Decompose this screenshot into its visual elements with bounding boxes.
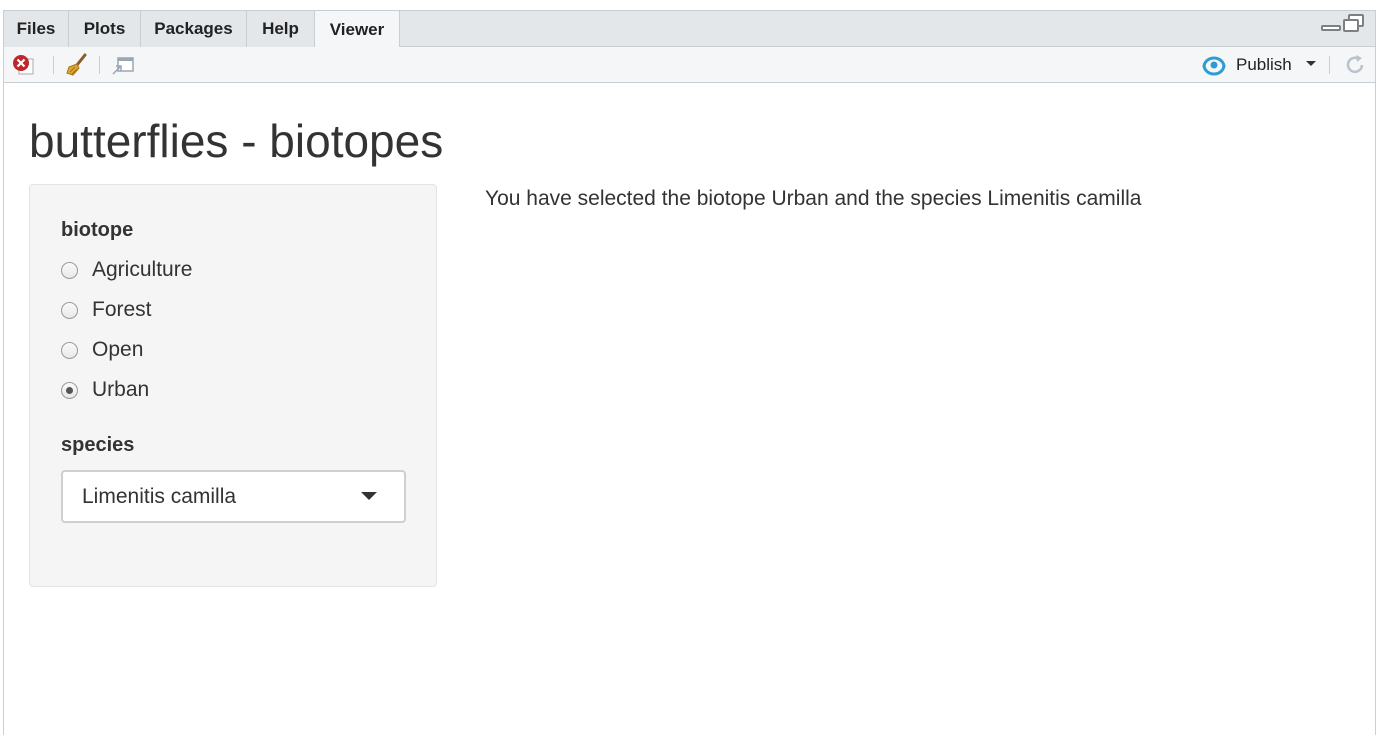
tab-label: Files <box>16 19 56 38</box>
radio-agriculture[interactable]: Agriculture <box>61 258 192 282</box>
radio-button-selected[interactable] <box>61 381 78 399</box>
tab-packages[interactable]: Packages <box>141 11 247 47</box>
page-title: butterflies - biotopes <box>29 115 444 167</box>
maximize-pane-icon[interactable] <box>1343 14 1365 32</box>
toolbar-separator <box>1329 56 1330 74</box>
radio-label: Urban <box>92 378 150 401</box>
sidebar-panel: biotope Agriculture Forest Open Urban sp… <box>29 184 437 587</box>
toolbar-separator <box>53 56 54 74</box>
toolbar-separator <box>99 56 100 74</box>
tab-viewer[interactable]: Viewer <box>315 11 400 48</box>
publish-label: Publish <box>1236 55 1292 74</box>
radio-label: Open <box>92 338 144 361</box>
radio-button[interactable] <box>61 301 78 319</box>
species-label: species <box>61 434 135 456</box>
tab-label: Plots <box>83 19 126 38</box>
publish-dropdown-icon[interactable] <box>1306 61 1316 66</box>
radio-label: Agriculture <box>92 258 193 281</box>
close-icon[interactable] <box>11 53 35 77</box>
publish-button[interactable]: Publish <box>1200 53 1292 77</box>
viewer-pane: Files Plots Packages Help Viewer Publish… <box>3 10 1376 735</box>
radio-button[interactable] <box>61 341 78 359</box>
publish-icon <box>1202 56 1226 76</box>
radio-open[interactable]: Open <box>61 338 143 362</box>
refresh-icon[interactable] <box>1343 53 1367 77</box>
tab-label: Packages <box>154 19 233 38</box>
tab-label: Viewer <box>329 19 385 39</box>
tab-label: Help <box>262 19 299 38</box>
pane-tab-bar: Files Plots Packages Help Viewer <box>4 11 1375 48</box>
viewer-content: butterflies - biotopes biotope Agricultu… <box>4 83 1375 735</box>
radio-urban[interactable]: Urban <box>61 378 149 402</box>
chevron-down-icon <box>361 492 377 500</box>
clear-broom-icon[interactable] <box>65 53 89 77</box>
radio-label: Forest <box>92 298 152 321</box>
viewer-toolbar: Publish <box>4 47 1375 83</box>
species-select[interactable]: Limenitis camilla <box>61 470 406 523</box>
radio-forest[interactable]: Forest <box>61 298 152 322</box>
radio-button[interactable] <box>61 261 78 279</box>
minimize-pane-icon[interactable] <box>1321 25 1341 31</box>
species-select-value: Limenitis camilla <box>82 484 237 508</box>
tab-help[interactable]: Help <box>247 11 315 47</box>
selection-output-text: You have selected the biotope Urban and … <box>485 187 1142 210</box>
tab-files[interactable]: Files <box>4 11 69 47</box>
biotope-label: biotope <box>61 219 134 241</box>
popout-icon[interactable] <box>111 53 135 77</box>
tab-plots[interactable]: Plots <box>69 11 141 47</box>
